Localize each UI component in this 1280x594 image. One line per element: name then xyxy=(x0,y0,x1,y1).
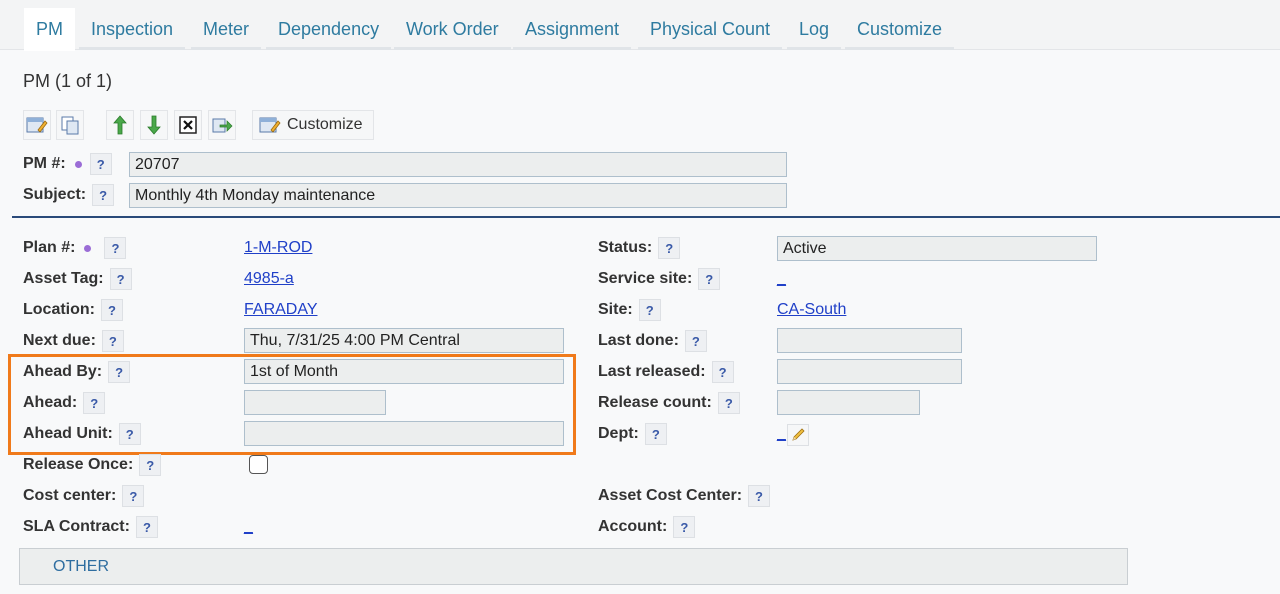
help-icon[interactable]: ? xyxy=(104,237,127,259)
move-up-icon[interactable] xyxy=(106,110,134,140)
status-field[interactable]: Active xyxy=(777,236,1097,261)
tab-assignment[interactable]: Assignment xyxy=(513,8,632,50)
release-once-label: Release Once: ? xyxy=(23,453,162,477)
cost-center-label: Cost center: ? xyxy=(23,484,145,508)
help-icon[interactable]: ? xyxy=(644,423,667,445)
pm-number-label: PM #: ? xyxy=(23,152,112,176)
service-site-label-text: Service site: xyxy=(598,270,693,287)
help-icon[interactable]: ? xyxy=(684,330,707,352)
help-icon[interactable]: ? xyxy=(109,268,132,290)
section-divider xyxy=(12,216,1280,218)
last-released-field[interactable] xyxy=(777,359,962,384)
release-once-label-text: Release Once: xyxy=(23,456,134,473)
site-link[interactable]: CA-South xyxy=(777,301,846,319)
location-link[interactable]: FARADAY xyxy=(244,301,318,319)
account-label-text: Account: xyxy=(598,518,668,535)
required-dot-icon xyxy=(74,160,82,168)
dept-label-text: Dept: xyxy=(598,425,639,442)
last-released-label: Last released: ? xyxy=(598,360,734,384)
plan-label: Plan #: ? xyxy=(23,236,127,260)
page-title: PM (1 of 1) xyxy=(23,71,113,91)
help-icon[interactable]: ? xyxy=(139,454,162,476)
edit-icon[interactable] xyxy=(23,110,51,140)
sla-contract-link[interactable]: _ xyxy=(244,518,253,536)
tab-physical-count[interactable]: Physical Count xyxy=(638,8,783,50)
pm-number-field[interactable]: 20707 xyxy=(129,152,787,177)
release-once-checkbox[interactable] xyxy=(249,455,268,474)
dept-link[interactable]: _ xyxy=(777,425,786,443)
account-label: Account: ? xyxy=(598,515,696,539)
pencil-icon[interactable] xyxy=(787,424,809,446)
cost-center-label-text: Cost center: xyxy=(23,487,117,504)
export-icon[interactable] xyxy=(208,110,236,140)
dept-label: Dept: ? xyxy=(598,422,667,446)
subject-label: Subject: ? xyxy=(23,183,115,207)
copy-icon[interactable] xyxy=(56,110,84,140)
release-count-field[interactable] xyxy=(777,390,920,415)
asset-tag-link[interactable]: 4985-a xyxy=(244,270,294,288)
help-icon[interactable]: ? xyxy=(698,268,721,290)
help-icon[interactable]: ? xyxy=(658,237,681,259)
asset-cost-center-label-text: Asset Cost Center: xyxy=(598,487,743,504)
asset-tag-label: Asset Tag: ? xyxy=(23,267,132,291)
help-icon[interactable]: ? xyxy=(638,299,661,321)
help-icon[interactable]: ? xyxy=(92,184,115,206)
customize-button-label: Customize xyxy=(287,116,363,133)
status-label: Status: ? xyxy=(598,236,681,260)
sla-contract-label-text: SLA Contract: xyxy=(23,518,130,535)
site-label-text: Site: xyxy=(598,301,633,318)
next-due-field[interactable]: Thu, 7/31/25 4:00 PM Central xyxy=(244,328,564,353)
tab-customize[interactable]: Customize xyxy=(845,8,955,50)
subject-field[interactable]: Monthly 4th Monday maintenance xyxy=(129,183,787,208)
last-released-label-text: Last released: xyxy=(598,363,706,380)
plan-link[interactable]: 1-M-ROD xyxy=(244,239,312,257)
pm-number-label-text: PM #: xyxy=(23,155,66,172)
tab-log[interactable]: Log xyxy=(787,8,842,50)
subject-label-text: Subject: xyxy=(23,186,87,203)
highlight-box xyxy=(8,354,576,455)
other-section-header[interactable]: OTHER xyxy=(19,548,1128,585)
tab-dependency[interactable]: Dependency xyxy=(266,8,392,50)
last-done-label: Last done: ? xyxy=(598,329,707,353)
move-down-icon[interactable] xyxy=(140,110,168,140)
next-due-label-text: Next due: xyxy=(23,332,96,349)
delete-icon[interactable] xyxy=(174,110,202,140)
help-icon[interactable]: ? xyxy=(673,516,696,538)
plan-label-text: Plan #: xyxy=(23,239,76,256)
help-icon[interactable]: ? xyxy=(89,153,112,175)
next-due-label: Next due: ? xyxy=(23,329,124,353)
customize-icon xyxy=(259,117,281,133)
help-icon[interactable]: ? xyxy=(711,361,734,383)
release-count-label: Release count: ? xyxy=(598,391,740,415)
asset-tag-label-text: Asset Tag: xyxy=(23,270,104,287)
tab-pm[interactable]: PM xyxy=(24,8,75,51)
asset-cost-center-label: Asset Cost Center: ? xyxy=(598,484,771,508)
site-label: Site: ? xyxy=(598,298,661,322)
required-dot-icon xyxy=(84,244,92,252)
sla-contract-label: SLA Contract: ? xyxy=(23,515,158,539)
tab-work-order[interactable]: Work Order xyxy=(394,8,511,50)
tab-bar: PM Inspection Meter Dependency Work Orde… xyxy=(0,0,1280,51)
status-label-text: Status: xyxy=(598,239,653,256)
release-count-label-text: Release count: xyxy=(598,394,712,411)
help-icon[interactable]: ? xyxy=(135,516,158,538)
location-label: Location: ? xyxy=(23,298,123,322)
last-done-label-text: Last done: xyxy=(598,332,679,349)
help-icon[interactable]: ? xyxy=(101,299,123,321)
help-icon[interactable]: ? xyxy=(122,485,145,507)
tab-inspection[interactable]: Inspection xyxy=(79,8,186,50)
service-site-link[interactable]: _ xyxy=(777,270,786,288)
customize-button[interactable]: Customize xyxy=(252,110,374,140)
service-site-label: Service site: ? xyxy=(598,267,721,291)
last-done-field[interactable] xyxy=(777,328,962,353)
tab-meter[interactable]: Meter xyxy=(191,8,262,50)
help-icon[interactable]: ? xyxy=(748,485,771,507)
location-label-text: Location: xyxy=(23,301,95,318)
help-icon[interactable]: ? xyxy=(717,392,740,414)
help-icon[interactable]: ? xyxy=(101,330,124,352)
